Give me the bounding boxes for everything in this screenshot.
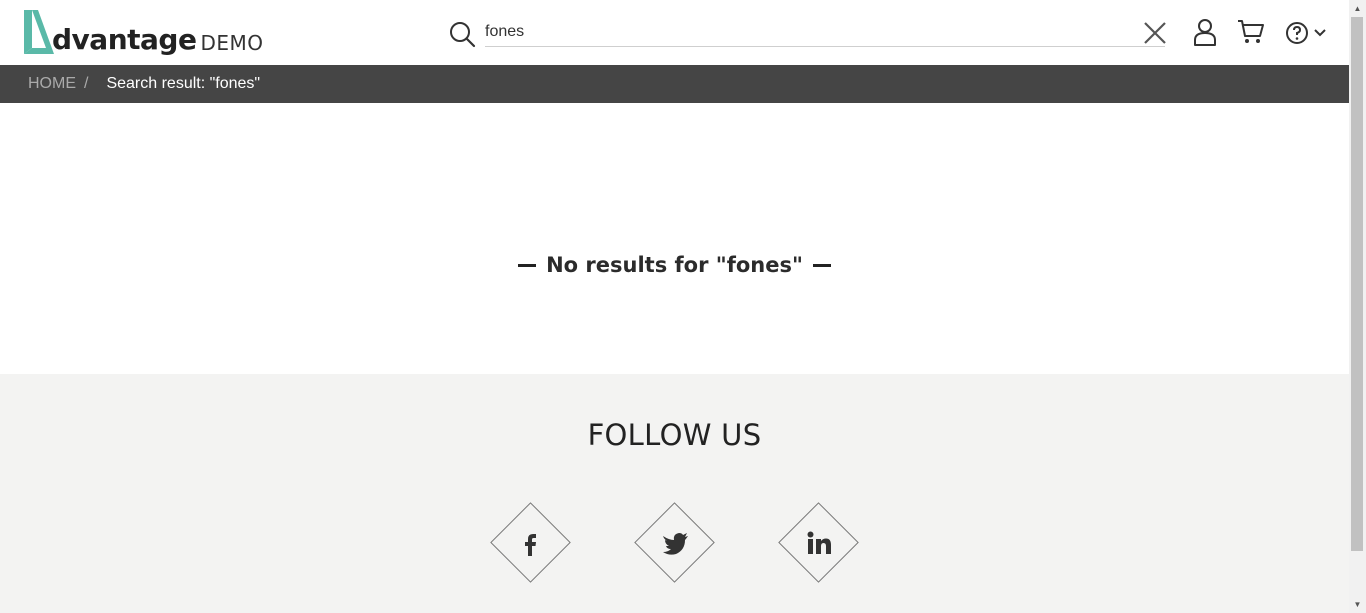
breadcrumb-home[interactable]: HOME bbox=[28, 75, 76, 93]
no-results-message: No results for "fones" bbox=[0, 253, 1349, 277]
dash-left bbox=[518, 263, 537, 267]
dash-right bbox=[812, 263, 831, 267]
chevron-down-icon bbox=[1314, 29, 1326, 37]
header: dvantage DEMO bbox=[0, 0, 1349, 65]
scroll-down-arrow[interactable]: ▼ bbox=[1349, 596, 1366, 613]
follow-us-title: FOLLOW US bbox=[587, 418, 762, 452]
logo-demo: DEMO bbox=[200, 31, 264, 55]
help-icon bbox=[1286, 22, 1308, 44]
logo-link[interactable]: dvantage DEMO bbox=[22, 8, 263, 56]
facebook-link[interactable] bbox=[490, 502, 572, 584]
breadcrumb-separator: / bbox=[84, 75, 89, 92]
twitter-icon bbox=[663, 533, 688, 555]
twitter-link[interactable] bbox=[634, 502, 716, 584]
page: dvantage DEMO fones HOME / Search result… bbox=[0, 0, 1349, 613]
scroll-up-arrow[interactable]: ▲ bbox=[1349, 0, 1366, 17]
no-results-text: No results for "fones" bbox=[546, 253, 803, 277]
search-input[interactable] bbox=[485, 18, 1165, 47]
linkedin-icon bbox=[807, 531, 831, 554]
scrollbar[interactable]: ▲ ▼ bbox=[1349, 0, 1366, 613]
help-menu[interactable] bbox=[1285, 20, 1329, 46]
search-icon[interactable] bbox=[448, 20, 476, 48]
cart-icon[interactable] bbox=[1237, 18, 1265, 46]
logo-mark-icon bbox=[24, 10, 54, 54]
facebook-icon bbox=[525, 534, 536, 556]
footer: FOLLOW US bbox=[0, 374, 1349, 613]
user-icon[interactable] bbox=[1192, 18, 1218, 46]
close-icon[interactable] bbox=[1142, 20, 1168, 46]
main-content: No results for "fones" bbox=[0, 103, 1349, 374]
linkedin-link[interactable] bbox=[778, 502, 860, 584]
breadcrumb: HOME / Search result: "fones" bbox=[0, 65, 1349, 103]
logo-word: dvantage bbox=[52, 23, 197, 56]
breadcrumb-current: Search result: "fones" bbox=[106, 75, 261, 92]
scroll-thumb[interactable] bbox=[1351, 17, 1363, 551]
